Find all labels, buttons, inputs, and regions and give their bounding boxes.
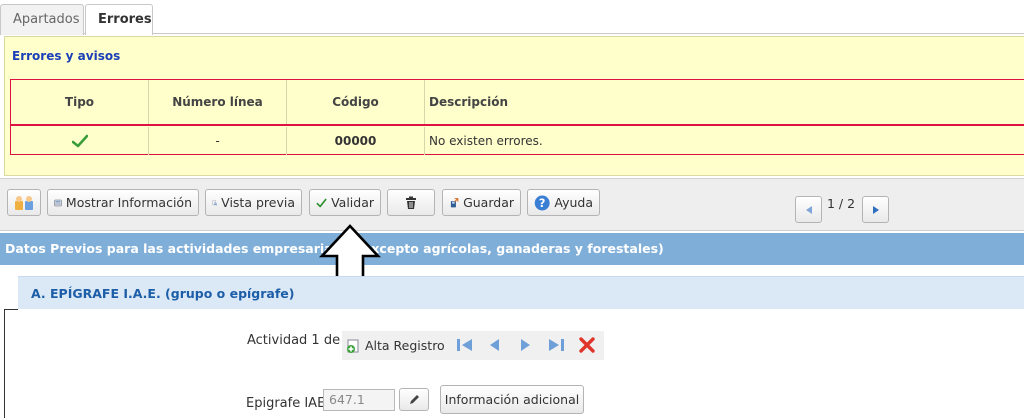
last-record-icon[interactable] (545, 337, 565, 353)
calculator-icon (54, 199, 62, 206)
subsection-header: A. EPÍGRAFE I.A.E. (grupo o epígrafe) (18, 276, 1024, 309)
delete-record-icon[interactable] (578, 336, 596, 354)
informacion-adicional-button[interactable]: Información adicional (440, 385, 584, 414)
row-descripcion: No existen errores. (429, 134, 543, 148)
guardar-label: Guardar (463, 195, 514, 210)
ayuda-button[interactable]: ? Ayuda (527, 189, 600, 216)
tab-apartados[interactable]: Apartados (0, 4, 84, 35)
row-codigo: 00000 (287, 127, 425, 155)
tree-branch-line (4, 309, 18, 310)
delete-button[interactable] (387, 189, 435, 216)
tree-line (4, 309, 5, 418)
row-numero-linea: - (149, 127, 287, 155)
application-window: Apartados Errores Errores y avisos Tipo … (0, 0, 1024, 418)
prev-page-button[interactable] (795, 196, 822, 223)
vista-previa-button[interactable]: Vista previa (205, 189, 302, 216)
errors-title: Errores y avisos (12, 49, 121, 63)
green-check-icon (71, 134, 88, 148)
errors-panel: Errores y avisos Tipo Número línea Códig… (4, 36, 1024, 176)
epigrafe-label: Epigrafe IAE (246, 396, 326, 411)
errors-table-header: Tipo Número línea Código Descripción (11, 80, 1024, 126)
epigrafe-input[interactable]: 647.1 (323, 389, 395, 411)
alta-registro-button[interactable]: Alta Registro (343, 332, 447, 359)
first-record-icon[interactable] (456, 337, 476, 353)
validar-button[interactable]: Validar (309, 189, 381, 216)
table-row: - 00000 No existen errores. (11, 127, 1024, 155)
mostrar-informacion-button[interactable]: Mostrar Información (47, 189, 199, 216)
pencil-icon (410, 394, 419, 404)
alta-registro-label: Alta Registro (365, 338, 445, 353)
pager-label: 1 / 2 (827, 196, 856, 211)
help-icon: ? (534, 195, 550, 210)
check-icon (316, 198, 327, 207)
col-header-codigo: Código (287, 80, 425, 124)
section-header: Datos Previos para las actividades empre… (0, 233, 1024, 265)
col-header-descripcion: Descripción (429, 95, 508, 109)
mostrar-informacion-label: Mostrar Información (65, 195, 192, 210)
users-icon (15, 195, 33, 210)
trash-icon (406, 196, 416, 209)
validar-label: Validar (331, 195, 374, 210)
errors-table: Tipo Número línea Código Descripción - 0… (10, 79, 1024, 155)
col-header-numero-linea: Número línea (149, 80, 287, 124)
vista-previa-label: Vista previa (221, 195, 295, 210)
next-record-icon[interactable] (517, 337, 533, 353)
prev-record-icon[interactable] (487, 337, 503, 353)
actividad-counter: Actividad 1 de 1 (247, 333, 353, 348)
next-page-button[interactable] (862, 196, 889, 223)
tab-errores[interactable]: Errores (85, 4, 153, 35)
users-button[interactable] (7, 189, 41, 216)
arrow-left-icon (805, 205, 812, 214)
arrow-right-icon (872, 205, 879, 214)
save-export-icon (450, 197, 459, 207)
tab-bar: Apartados Errores (0, 0, 1024, 35)
informacion-adicional-label: Información adicional (444, 392, 580, 407)
col-header-tipo: Tipo (11, 80, 149, 124)
preview-icon (212, 200, 218, 205)
ayuda-label: Ayuda (554, 195, 593, 210)
edit-epigrafe-button[interactable] (399, 388, 429, 411)
row-tipo (11, 127, 149, 155)
add-record-icon (347, 339, 359, 353)
guardar-button[interactable]: Guardar (442, 189, 521, 216)
svg-text:?: ? (539, 197, 546, 210)
